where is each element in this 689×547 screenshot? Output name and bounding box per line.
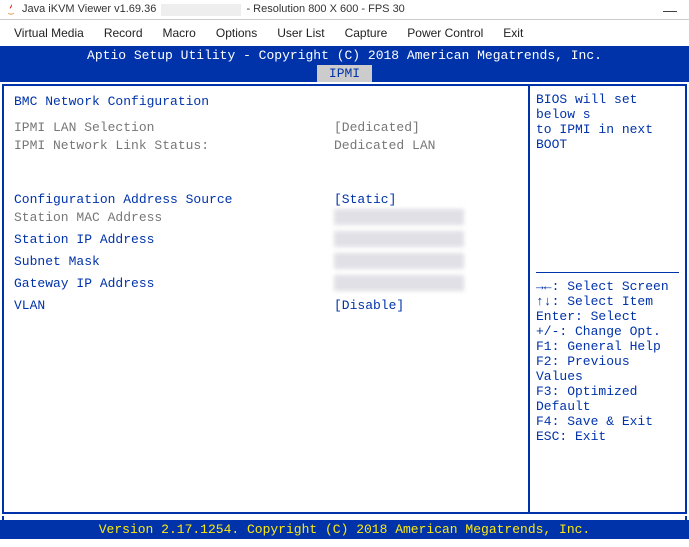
title-resolution: - Resolution 800 X 600 - FPS 30 xyxy=(246,3,404,15)
tab-ipmi[interactable]: IPMI xyxy=(317,65,372,82)
vlan-label: VLAN xyxy=(14,297,334,315)
window-title: Java iKVM Viewer v1.69.36 - Resolution 8… xyxy=(22,3,655,15)
key-enter: Enter: Select xyxy=(536,309,679,324)
help-text-line1: BIOS will set below s xyxy=(536,92,679,122)
config-source-label: Configuration Address Source xyxy=(14,191,334,209)
divider xyxy=(536,272,679,273)
row-subnet-mask[interactable]: Subnet Mask xyxy=(14,253,518,275)
menubar: Virtual Media Record Macro Options User … xyxy=(0,20,689,46)
vlan-value: [Disable] xyxy=(334,297,518,315)
update-lan-label: Update IPMI LAN Configuration xyxy=(14,173,334,191)
key-f4: F4: Save & Exit xyxy=(536,414,679,429)
title-app: Java iKVM Viewer v1.69.36 xyxy=(22,3,156,15)
menu-options[interactable]: Options xyxy=(208,24,265,42)
row-link-status: IPMI Network Link Status: Dedicated LAN xyxy=(14,137,518,155)
menu-record[interactable]: Record xyxy=(96,24,151,42)
key-esc: ESC: Exit xyxy=(536,429,679,444)
menu-exit[interactable]: Exit xyxy=(495,24,531,42)
menu-capture[interactable]: Capture xyxy=(337,24,396,42)
lan-selection-label: IPMI LAN Selection xyxy=(14,119,334,137)
row-config-source[interactable]: Configuration Address Source [Static] xyxy=(14,191,518,209)
row-ip-address[interactable]: Station IP Address xyxy=(14,231,518,253)
window-titlebar: Java iKVM Viewer v1.69.36 - Resolution 8… xyxy=(0,0,689,20)
row-mac-address: Station MAC Address xyxy=(14,209,518,231)
gateway-ip-label: Gateway IP Address xyxy=(14,275,334,297)
subnet-mask-value xyxy=(334,253,518,275)
key-f3: F3: Optimized Default xyxy=(536,384,679,414)
key-select-item: ↑↓: Select Item xyxy=(536,294,679,309)
ip-address-label: Station IP Address xyxy=(14,231,334,253)
update-lan-value: [Yes] xyxy=(334,173,518,191)
gateway-ip-value xyxy=(334,275,518,297)
menu-virtual-media[interactable]: Virtual Media xyxy=(6,24,92,42)
help-text-line2: to IPMI in next BOOT xyxy=(536,122,679,152)
bios-right-panel: BIOS will set below s to IPMI in next BO… xyxy=(530,86,685,512)
bios-footer: Version 2.17.1254. Copyright (C) 2018 Am… xyxy=(0,520,689,539)
java-icon xyxy=(4,3,18,17)
row-gateway-ip[interactable]: Gateway IP Address xyxy=(14,275,518,297)
key-select-screen: →←: Select Screen xyxy=(536,279,679,294)
lan-selection-value: [Dedicated] xyxy=(334,119,518,137)
subnet-mask-label: Subnet Mask xyxy=(14,253,334,275)
ip-address-value xyxy=(334,231,518,253)
menu-macro[interactable]: Macro xyxy=(155,24,204,42)
bios-body: BMC Network Configuration IPMI LAN Selec… xyxy=(2,84,687,514)
key-help-section: →←: Select Screen ↑↓: Select Item Enter:… xyxy=(536,272,679,444)
key-f2: F2: Previous Values xyxy=(536,354,679,384)
bios-header: Aptio Setup Utility - Copyright (C) 2018… xyxy=(0,46,689,65)
row-vlan[interactable]: VLAN [Disable] xyxy=(14,297,518,315)
title-redacted xyxy=(161,4,241,16)
minimize-button[interactable]: — xyxy=(655,2,685,18)
row-update-lan[interactable]: Update IPMI LAN Configuration [Yes] xyxy=(14,173,518,191)
bios-tabs: IPMI xyxy=(0,65,689,82)
bios-left-panel: BMC Network Configuration IPMI LAN Selec… xyxy=(4,86,530,512)
bios-screen: Aptio Setup Utility - Copyright (C) 2018… xyxy=(0,46,689,539)
key-change-opt: +/-: Change Opt. xyxy=(536,324,679,339)
link-status-label: IPMI Network Link Status: xyxy=(14,137,334,155)
config-source-value: [Static] xyxy=(334,191,518,209)
menu-power-control[interactable]: Power Control xyxy=(399,24,491,42)
mac-address-value xyxy=(334,209,518,231)
link-status-value: Dedicated LAN xyxy=(334,137,518,155)
key-f1: F1: General Help xyxy=(536,339,679,354)
row-lan-selection: IPMI LAN Selection [Dedicated] xyxy=(14,119,518,137)
section-heading: BMC Network Configuration xyxy=(14,94,518,109)
menu-user-list[interactable]: User List xyxy=(269,24,332,42)
mac-address-label: Station MAC Address xyxy=(14,209,334,231)
